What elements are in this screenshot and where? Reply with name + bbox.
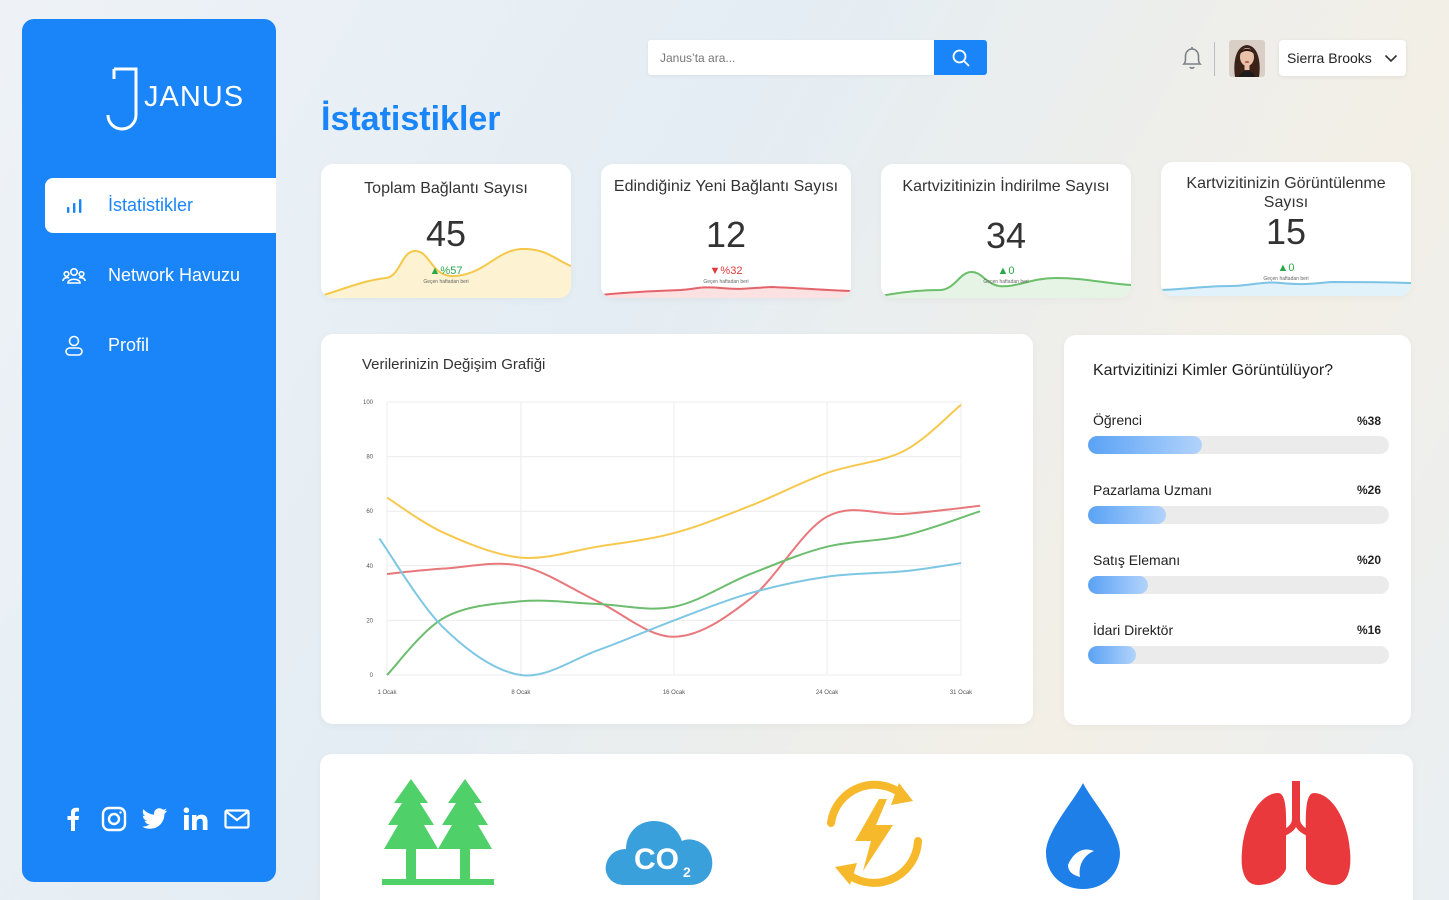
arrow-up-icon: ▲ [429, 265, 441, 277]
sidebar-item-label: Network Havuzu [108, 265, 241, 285]
viewer-bar [1088, 436, 1389, 454]
y-tick-label: 80 [366, 455, 373, 461]
viewer-percent: %16 [1356, 623, 1381, 637]
viewer-bar-fill [1088, 576, 1149, 594]
viewer-label: İdari Direktör [1093, 622, 1174, 638]
sidebar: JANUS İstatistikler Network Havuzu Profi… [22, 19, 276, 882]
search-bar [648, 40, 987, 75]
viewer-bar-fill [1088, 436, 1203, 454]
y-tick-label: 20 [366, 618, 373, 624]
stat-title: Kartvizitinizin Görüntülenme Sayısı [1186, 175, 1386, 211]
bell-icon[interactable] [1180, 45, 1204, 71]
stat-sub: Geçen haftadan beri [423, 279, 469, 285]
y-tick-label: 60 [366, 509, 373, 515]
series-line [386, 510, 981, 676]
stat-change-value: 0 [1288, 262, 1295, 274]
stat-card-downloads: Kartvizitinizin İndirilme Sayısı 34 ▲0 G… [881, 164, 1131, 298]
viewer-label: Pazarlama Uzmanı [1093, 482, 1213, 498]
user-menu[interactable]: Sierra Brooks [1279, 40, 1406, 76]
stat-change-value: %57 [440, 265, 463, 277]
stat-change-value: %32 [720, 265, 743, 277]
header-divider [1214, 42, 1215, 76]
stat-change: ▲%57 [321, 265, 571, 277]
chart-card: Verilerinizin Değişim Grafiği 0 20 40 60 80 1… [321, 334, 1033, 724]
line-chart: 0 20 40 60 80 100 1 Ocak 8 Ocak 16 Ocak 24 Ocak 31… [363, 400, 981, 696]
mail-icon[interactable] [223, 805, 251, 833]
co2-cloud-icon: CO 2 [605, 821, 713, 885]
linkedin-icon[interactable] [182, 805, 210, 833]
viewer-percent: %20 [1356, 553, 1381, 567]
sidebar-item-network-havuzu[interactable]: Network Havuzu [45, 248, 276, 303]
x-tick-label: 16 Ocak [663, 690, 686, 696]
lungs-icon [1241, 781, 1351, 885]
sidebar-item-label: İstatistikler [108, 195, 194, 215]
chevron-down-icon [1384, 54, 1398, 62]
stat-title: Toplam Bağlantı Sayısı [364, 180, 528, 197]
user-name: Sierra Brooks [1287, 50, 1372, 66]
sidebar-item-istatistikler[interactable]: İstatistikler [45, 178, 276, 233]
viewer-label: Satış Elemanı [1093, 552, 1181, 568]
y-tick-label: 0 [370, 673, 374, 679]
group-icon [62, 264, 86, 288]
stat-title: Edindiğiniz Yeni Bağlantı Sayısı [613, 178, 839, 195]
search-icon [952, 49, 970, 67]
search-button[interactable] [934, 40, 987, 75]
logo[interactable]: JANUS [106, 67, 246, 131]
viewer-bar [1088, 646, 1389, 664]
stat-change: ▼%32 [601, 265, 851, 277]
renewable-energy-icon [827, 780, 922, 887]
logo-mark-icon [106, 67, 138, 131]
x-tick-label: 24 Ocak [816, 690, 839, 696]
sidebar-item-label: Profil [108, 335, 150, 355]
co2-text: CO [634, 843, 679, 876]
viewer-bar-fill [1088, 506, 1167, 524]
stat-sub: Geçen haftadan beri [703, 279, 749, 285]
stat-title: Kartvizitinizin İndirilme Sayısı [902, 178, 1110, 195]
stat-sub: Geçen haftadan beri [1263, 276, 1309, 282]
instagram-icon[interactable] [100, 805, 128, 833]
impact-card: CO 2 [320, 754, 1413, 900]
page-title: İstatistikler [321, 100, 501, 138]
arrow-up-icon: ▲ [997, 265, 1009, 277]
y-tick-label: 40 [366, 564, 373, 570]
stat-sub: Geçen haftadan beri [983, 279, 1029, 285]
viewer-percent: %38 [1356, 414, 1381, 428]
trees-icon [382, 779, 494, 885]
logo-text: JANUS [144, 81, 245, 113]
sidebar-item-profil[interactable]: Profil [45, 318, 276, 373]
stat-card-total-connections: Toplam Bağlantı Sayısı 45 ▲%57 Geçen haf… [321, 164, 571, 298]
viewer-percent: %26 [1356, 483, 1381, 497]
co2-subscript: 2 [683, 864, 691, 880]
avatar[interactable] [1229, 40, 1265, 77]
stat-card-new-connections: Edindiğiniz Yeni Bağlantı Sayısı 12 ▼%32… [601, 164, 851, 298]
arrow-down-icon: ▼ [709, 265, 721, 277]
x-tick-label: 1 Ocak [377, 690, 397, 696]
stat-card-views: Kartvizitinizin Görüntülenme Sayısı 15 ▲… [1161, 162, 1411, 296]
social-links [59, 805, 251, 833]
stat-change: ▲0 [1161, 262, 1411, 274]
facebook-icon[interactable] [59, 805, 87, 833]
water-drop-icon [1046, 783, 1120, 889]
stat-change: ▲0 [881, 265, 1131, 277]
x-tick-label: 31 Ocak [950, 690, 973, 696]
search-input[interactable] [648, 40, 934, 75]
viewers-title: Kartvizitinizi Kimler Görüntülüyor? [1093, 362, 1334, 379]
viewer-bar-fill [1088, 646, 1137, 664]
viewer-bar [1088, 576, 1389, 594]
arrow-up-icon: ▲ [1277, 262, 1289, 274]
twitter-icon[interactable] [141, 805, 169, 833]
viewers-card: Kartvizitinizi Kimler Görüntülüyor? Öğre… [1064, 335, 1411, 725]
viewer-bar [1088, 506, 1389, 524]
y-tick-label: 100 [363, 400, 374, 406]
x-tick-label: 8 Ocak [511, 690, 531, 696]
user-icon [62, 334, 86, 358]
viewer-label: Öğrenci [1093, 412, 1143, 428]
stat-change-value: 0 [1008, 265, 1015, 277]
bar-chart-icon [62, 194, 86, 218]
